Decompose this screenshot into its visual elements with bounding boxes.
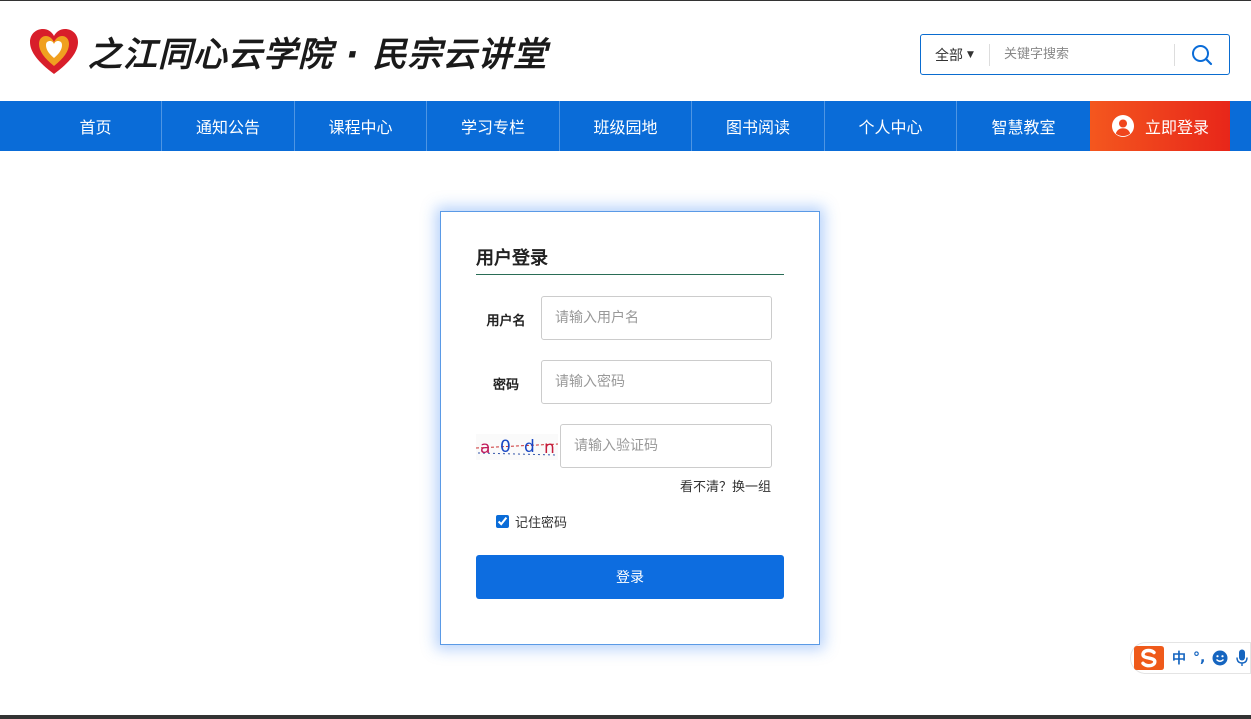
emoji-icon[interactable]	[1212, 650, 1228, 666]
username-label: 用户名	[486, 314, 526, 329]
password-label: 密码	[492, 378, 519, 393]
search-icon	[1191, 44, 1213, 65]
nav-item-study-column[interactable]: 学习专栏	[427, 101, 559, 151]
search-button[interactable]	[1175, 35, 1229, 74]
caret-down-icon: ▼	[967, 49, 974, 60]
user-icon	[1111, 115, 1134, 137]
bottom-border	[0, 715, 1251, 719]
search-category-dropdown[interactable]: 全部 ▼	[921, 45, 989, 65]
remember-password[interactable]: 记住密码	[496, 512, 567, 531]
nav-item-class-garden[interactable]: 班级园地	[560, 101, 691, 151]
password-input[interactable]	[541, 360, 772, 404]
site-title: 之江同心云学院 · 民宗云讲堂	[88, 35, 548, 75]
captcha-char: a	[480, 438, 490, 458]
main-nav: 首页 通知公告 课程中心 学习专栏 班级园地 图书阅读 个人中心 智慧教室 立即…	[0, 101, 1251, 151]
login-card: 用户登录 用户名 密码 a 0 d n a0dn 看不清？换一组 记住密码 登录	[440, 211, 820, 645]
sogou-logo-icon[interactable]	[1133, 643, 1165, 673]
nav-item-book-reading[interactable]: 图书阅读	[692, 101, 824, 151]
ime-mode[interactable]: 中	[1172, 648, 1186, 668]
remember-password-label: 记住密码	[515, 516, 568, 531]
ime-punctuation[interactable]: °,	[1193, 650, 1205, 666]
nav-item-smart-classroom[interactable]: 智慧教室	[957, 101, 1090, 151]
nav-login-label: 立即登录	[1144, 118, 1209, 137]
login-title: 用户登录	[476, 248, 548, 269]
ime-toolbar: 中 °,	[1130, 642, 1251, 674]
nav-end-strip	[1230, 101, 1251, 151]
username-input[interactable]	[541, 296, 772, 340]
site-header: 之江同心云学院 · 民宗云讲堂 全部 ▼	[0, 1, 1251, 101]
remember-password-checkbox[interactable]	[496, 515, 509, 528]
nav-item-notices[interactable]: 通知公告	[162, 101, 294, 151]
captcha-char: 0	[500, 437, 511, 457]
login-submit-button[interactable]: 登录	[476, 555, 784, 599]
search-bar: 全部 ▼	[920, 34, 1230, 75]
search-input[interactable]	[990, 35, 1174, 74]
captcha-char: n	[544, 438, 555, 458]
captcha-image[interactable]: a 0 d n a0dn	[476, 434, 558, 460]
refresh-captcha-link[interactable]: 看不清？换一组	[680, 476, 771, 495]
captcha-input[interactable]	[560, 424, 772, 468]
nav-item-personal-center[interactable]: 个人中心	[825, 101, 956, 151]
title-underline	[476, 274, 784, 275]
search-category-label: 全部	[935, 47, 963, 64]
site-logo[interactable]: 之江同心云学院 · 民宗云讲堂	[28, 27, 548, 76]
nav-item-home[interactable]: 首页	[30, 101, 161, 151]
captcha-char: d	[524, 437, 535, 457]
nav-item-courses[interactable]: 课程中心	[295, 101, 426, 151]
heart-logo-icon	[30, 28, 78, 74]
microphone-icon[interactable]	[1236, 649, 1249, 667]
nav-login-button[interactable]: 立即登录	[1090, 101, 1230, 151]
